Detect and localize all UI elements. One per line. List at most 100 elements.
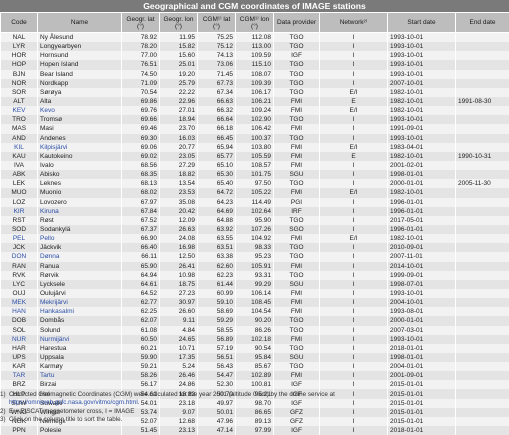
geogr-lon-cell: 10.98 [160, 271, 198, 280]
data-provider-cell: TGO [274, 115, 320, 124]
cgm-lon-cell: 102.89 [236, 371, 274, 380]
station-name-cell[interactable]: Kilpisjärvi [38, 143, 122, 152]
station-code-cell[interactable]: MEK [1, 298, 38, 307]
station-name-cell[interactable]: Kevo [38, 106, 122, 115]
station-code-cell: LYC [1, 280, 38, 289]
station-name-cell: Birzai [38, 380, 122, 389]
column-header-network[interactable]: Network²⁾ [320, 13, 388, 33]
table-row: KEVKevo69.7627.0166.32109.24FMIE/I1982-1… [1, 106, 509, 115]
footnote-1: 1) Corrected Geomagnetic Coordinates (CG… [0, 391, 509, 399]
data-provider-cell: FMI [274, 289, 320, 298]
geogr-lat-cell: 56.17 [122, 380, 160, 389]
geogr-lat-cell: 59.21 [122, 362, 160, 371]
table-row: KILKilpisjärvi69.0620.7765.94103.80FMIE/… [1, 143, 509, 152]
geogr-lat-cell: 69.02 [122, 152, 160, 161]
column-header-cgm-lat[interactable]: CGM¹⁾ lat (°) [198, 13, 236, 33]
column-header-cgm-lon[interactable]: CGM¹⁾ lon (°) [236, 13, 274, 33]
table-row: BJNBear Island74.5019.2071.45108.07TGOI1… [1, 70, 509, 79]
cgm-lon-cell: 93.31 [236, 271, 274, 280]
station-code-cell[interactable]: KIL [1, 143, 38, 152]
column-header-name[interactable]: Name [38, 13, 122, 33]
station-code-cell[interactable]: NUR [1, 335, 38, 344]
end-date-cell [456, 88, 509, 97]
station-code-cell[interactable]: DON [1, 252, 38, 261]
cgm-lon-cell: 105.59 [236, 152, 274, 161]
end-date-cell [456, 42, 509, 51]
end-date-cell [456, 124, 509, 133]
station-name-cell[interactable]: Kiruna [38, 207, 122, 216]
start-date-cell: 1996-01-01 [388, 198, 456, 207]
station-code-cell[interactable]: PEL [1, 234, 38, 243]
station-code-cell[interactable]: KIR [1, 207, 38, 216]
network-cell: I [320, 134, 388, 143]
network-cell: E [320, 97, 388, 106]
network-cell: I [320, 42, 388, 51]
geogr-lat-cell: 66.40 [122, 243, 160, 252]
cgm-lon-cell: 109.59 [236, 51, 274, 60]
geogr-lon-cell: 27.29 [160, 161, 198, 170]
data-provider-cell: FMI [274, 188, 320, 197]
station-code-cell[interactable]: KEV [1, 106, 38, 115]
geogr-lon-cell: 17.35 [160, 353, 198, 362]
footnote-text: Click on the column title to sort the ta… [9, 416, 509, 424]
column-header-end-date[interactable]: End date [456, 13, 509, 33]
column-header-code[interactable]: Code [1, 13, 38, 33]
column-header-geogr-lat[interactable]: Geogr. lat (°) [122, 13, 160, 33]
cgm-lat-cell: 52.30 [198, 380, 236, 389]
network-cell: I [320, 79, 388, 88]
station-name-cell[interactable]: Dønna [38, 252, 122, 261]
station-code-cell[interactable]: TAR [1, 371, 38, 380]
table-row: PPNPolesie51.4523.1347.1497.99IGFI2018-0… [1, 426, 509, 435]
station-name-cell[interactable]: Nurmijärvi [38, 335, 122, 344]
data-provider-cell: SGU [274, 353, 320, 362]
cgm-lon-cell: 102.64 [236, 207, 274, 216]
column-header-start-date[interactable]: Start date [388, 13, 456, 33]
start-date-cell: 2018-01-01 [388, 344, 456, 353]
station-name-cell[interactable]: Mekrijärvi [38, 298, 122, 307]
end-date-cell [456, 243, 509, 252]
start-date-cell: 1999-09-01 [388, 271, 456, 280]
start-date-cell: 1993-10-01 [388, 115, 456, 124]
table-row: NURNurmijärvi60.5024.6556.89102.18FMII19… [1, 335, 509, 344]
column-header-geogr-lon[interactable]: Geogr. lon (°) [160, 13, 198, 33]
column-header-data-provider[interactable]: Data provider [274, 13, 320, 33]
network-cell: E/I [320, 234, 388, 243]
station-name-cell: Solund [38, 326, 122, 335]
cgm-lat-cell: 75.25 [198, 33, 236, 43]
station-code-cell: LOZ [1, 198, 38, 207]
start-date-cell: 2014-10-01 [388, 262, 456, 271]
end-date-cell [456, 344, 509, 353]
network-cell: I [320, 207, 388, 216]
start-date-cell: 1982-10-01 [388, 188, 456, 197]
station-code-cell[interactable]: HAN [1, 307, 38, 316]
footnote-2: 2) E = EISCAT magnetometer cross, I = IM… [0, 408, 509, 416]
data-provider-cell: TGO [274, 271, 320, 280]
station-code-cell: HOP [1, 60, 38, 69]
station-name-cell[interactable]: Pello [38, 234, 122, 243]
station-name-cell[interactable]: Tartu [38, 371, 122, 380]
cgm-lat-cell: 73.06 [198, 60, 236, 69]
table-row: HARHarestua60.2110.7157.1990.54TGOI2018-… [1, 344, 509, 353]
station-name-cell: Alta [38, 97, 122, 106]
network-cell: I [320, 33, 388, 43]
cgm-lat-cell: 63.92 [198, 225, 236, 234]
data-provider-cell: TGO [274, 344, 320, 353]
data-provider-cell: FMI [274, 307, 320, 316]
end-date-cell [456, 225, 509, 234]
end-date-cell [456, 79, 509, 88]
start-date-cell: 2000-01-01 [388, 316, 456, 325]
cgm-lat-cell: 47.14 [198, 426, 236, 435]
stations-page: Geographical and CGM coordinates of IMAG… [0, 0, 509, 432]
geogr-lon-cell: 22.96 [160, 97, 198, 106]
network-cell: I [320, 298, 388, 307]
cgm-service-link[interactable]: https://omniweb.gsfc.nasa.gov/vitmo/cgm.… [9, 399, 509, 407]
end-date-cell [456, 252, 509, 261]
network-cell: I [320, 307, 388, 316]
footnote-1-link-row: https://omniweb.gsfc.nasa.gov/vitmo/cgm.… [0, 399, 509, 407]
footnote-number: 2) [0, 408, 9, 416]
cgm-lat-cell: 61.44 [198, 280, 236, 289]
station-code-cell: AND [1, 134, 38, 143]
start-date-cell: 1991-09-01 [388, 124, 456, 133]
station-name-cell[interactable]: Hankasalmi [38, 307, 122, 316]
geogr-lon-cell: 13.54 [160, 179, 198, 188]
